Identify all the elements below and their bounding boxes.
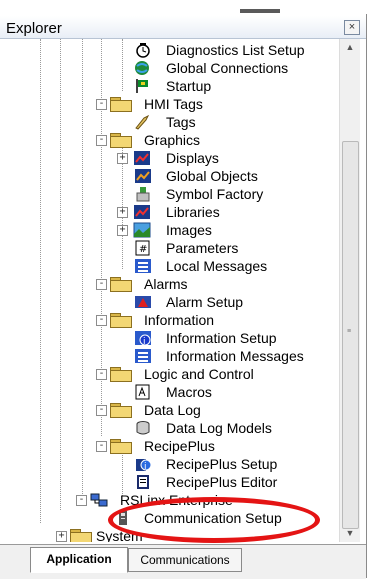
tree-item-information-setup[interactable]: i Information Setup [120,329,330,347]
collapse-icon[interactable]: - [96,279,107,290]
tree-item-recipeplus-editor[interactable]: RecipePlus Editor [120,473,320,491]
symbol-factory-icon [136,187,150,202]
collapse-icon[interactable]: - [96,369,107,380]
svg-text:i: i [143,337,146,346]
explorer-title: Explorer [6,20,62,37]
tree-item-global-objects[interactable]: Global Objects [120,167,320,185]
folder-icon [110,367,132,382]
tree-guide [82,39,83,494]
folder-icon [110,97,132,112]
folder-icon [110,403,132,418]
tree-item-libraries[interactable]: + Libraries [117,203,317,221]
tree-item-logic-and-control[interactable]: - Logic and Control [96,365,306,383]
tree-item-alarms[interactable]: - Alarms [96,275,296,293]
displays-icon [134,151,150,165]
tree-item-recipeplus-setup[interactable]: i RecipePlus Setup [120,455,320,473]
tree-item-data-log-models[interactable]: Data Log Models [120,419,320,437]
expand-icon[interactable]: + [117,153,128,164]
parameters-icon: # [135,240,150,256]
data-log-models-icon [136,421,150,435]
information-setup-icon: i [135,331,151,346]
recipeplus-setup-icon: i [136,459,152,472]
tree-item-hmi-tags[interactable]: - HMI Tags [96,95,296,113]
tree-item-recipeplus[interactable]: - RecipePlus [96,437,296,455]
expand-icon[interactable]: + [117,207,128,218]
folder-icon [110,439,132,454]
tree-guide [40,39,41,523]
diagnostics-list-icon [136,43,150,58]
tree-item-local-messages[interactable]: Local Messages [120,257,320,275]
expand-icon[interactable]: + [117,225,128,236]
tree-item-tags[interactable]: Tags [120,113,320,131]
tags-icon [135,114,150,130]
tree-item-parameters[interactable]: # Parameters [120,239,320,257]
svg-text:#: # [139,244,147,255]
tree-item-data-log[interactable]: - Data Log [96,401,296,419]
folder-icon [110,133,132,148]
images-icon [133,222,151,238]
tree-item-symbol-factory[interactable]: Symbol Factory [120,185,320,203]
tree-item-alarm-setup[interactable]: Alarm Setup [120,293,320,311]
collapse-icon[interactable]: - [96,405,107,416]
explorer-titlebar: Explorer × [0,16,366,39]
scroll-up-icon[interactable]: ▲ [340,39,360,56]
global-objects-icon [135,169,151,183]
svg-text:i: i [144,462,147,472]
information-messages-icon [135,349,151,363]
tree-item-startup[interactable]: Startup [120,77,330,95]
tree-item-diagnostics-list-setup[interactable]: Diagnostics List Setup [120,41,330,59]
tree-item-displays[interactable]: + Displays [117,149,317,167]
collapse-icon[interactable]: - [96,99,107,110]
folder-icon [70,529,92,542]
tree-item-macros[interactable]: Macros [120,383,320,401]
startup-flag-icon [136,79,148,93]
tree-item-global-connections[interactable]: Global Connections [120,59,330,77]
recipeplus-editor-icon [137,475,149,489]
tree-item-information-messages[interactable]: Information Messages [120,347,335,365]
scroll-down-icon[interactable]: ▼ [340,525,360,542]
libraries-icon [134,205,150,219]
scrollbar-thumb[interactable]: ≡ [342,141,359,529]
close-icon[interactable]: × [344,20,360,35]
collapse-icon[interactable]: - [96,315,107,326]
explorer-tree[interactable]: Diagnostics List Setup Global Connection… [0,39,338,542]
tab-communications[interactable]: Communications [128,548,242,572]
rslinx-icon [90,493,108,507]
collapse-icon[interactable]: - [96,441,107,452]
top-strip [0,0,382,14]
expand-icon[interactable]: + [56,531,67,542]
tab-application[interactable]: Application [30,547,128,573]
vertical-scrollbar[interactable]: ▲ ≡ ▼ [339,39,360,542]
alarm-setup-icon [135,296,151,308]
explorer-tabs: Application Communications [0,544,366,579]
global-connections-icon [135,61,149,75]
toolbar-fragment [240,9,280,13]
tree-item-information[interactable]: - Information [96,311,296,329]
tree-item-graphics[interactable]: - Graphics [96,131,296,149]
local-messages-icon [135,259,151,273]
folder-icon [110,313,132,328]
collapse-icon[interactable]: - [76,495,87,506]
tree-item-images[interactable]: + Images [117,221,317,239]
grip-icon: ≡ [347,328,352,335]
collapse-icon[interactable]: - [96,135,107,146]
tree-guide [60,39,61,510]
folder-icon [110,277,132,292]
macros-icon [135,384,150,400]
highlight-annotation [108,497,320,543]
